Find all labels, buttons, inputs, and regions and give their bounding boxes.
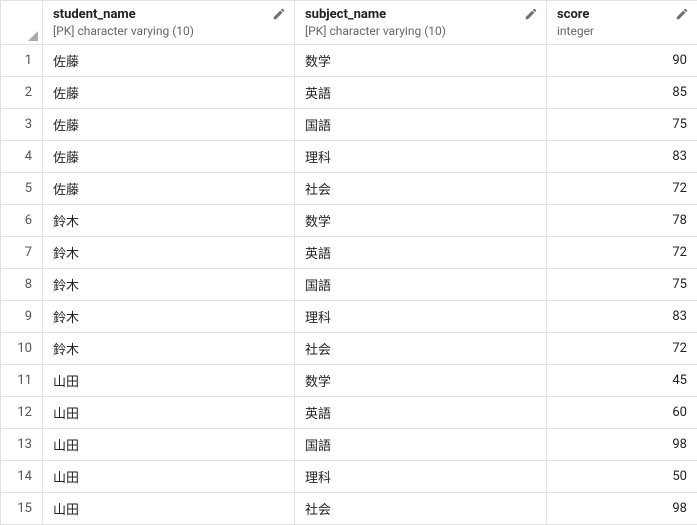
- row-number[interactable]: 4: [1, 141, 43, 173]
- cell-subject-name[interactable]: 国語: [295, 109, 547, 141]
- row-number[interactable]: 1: [1, 45, 43, 77]
- cell-score[interactable]: 60: [547, 397, 697, 429]
- cell-student-name[interactable]: 佐藤: [43, 141, 295, 173]
- pencil-icon[interactable]: [524, 7, 538, 21]
- cell-subject-name[interactable]: 理科: [295, 301, 547, 333]
- cell-student-name[interactable]: 鈴木: [43, 301, 295, 333]
- row-number[interactable]: 10: [1, 333, 43, 365]
- cell-student-name[interactable]: 鈴木: [43, 269, 295, 301]
- cell-student-name[interactable]: 山田: [43, 397, 295, 429]
- cell-student-name[interactable]: 佐藤: [43, 173, 295, 205]
- table-row[interactable]: 8鈴木国語75: [1, 269, 697, 301]
- cell-student-name[interactable]: 佐藤: [43, 77, 295, 109]
- cell-student-name[interactable]: 鈴木: [43, 205, 295, 237]
- column-type: [PK] character varying (10): [53, 24, 286, 38]
- data-table: student_name [PK] character varying (10)…: [0, 0, 697, 525]
- cell-student-name[interactable]: 山田: [43, 461, 295, 493]
- cell-student-name[interactable]: 山田: [43, 365, 295, 397]
- table-row[interactable]: 13山田国語98: [1, 429, 697, 461]
- table-row[interactable]: 1佐藤数学90: [1, 45, 697, 77]
- column-name: student_name: [53, 7, 286, 22]
- table-row[interactable]: 11山田数学45: [1, 365, 697, 397]
- column-type: integer: [557, 24, 689, 38]
- cell-student-name[interactable]: 鈴木: [43, 237, 295, 269]
- table-row[interactable]: 12山田英語60: [1, 397, 697, 429]
- cell-student-name[interactable]: 佐藤: [43, 109, 295, 141]
- table-row[interactable]: 15山田社会98: [1, 493, 697, 525]
- table-row[interactable]: 6鈴木数学78: [1, 205, 697, 237]
- cell-subject-name[interactable]: 社会: [295, 173, 547, 205]
- cell-student-name[interactable]: 佐藤: [43, 45, 295, 77]
- column-header-score[interactable]: score integer: [547, 1, 697, 45]
- cell-score[interactable]: 72: [547, 333, 697, 365]
- table-row[interactable]: 9鈴木理科83: [1, 301, 697, 333]
- cell-student-name[interactable]: 鈴木: [43, 333, 295, 365]
- table-row[interactable]: 4佐藤理科83: [1, 141, 697, 173]
- row-number[interactable]: 3: [1, 109, 43, 141]
- table-row[interactable]: 5佐藤社会72: [1, 173, 697, 205]
- column-header-subject-name[interactable]: subject_name [PK] character varying (10): [295, 1, 547, 45]
- cell-score[interactable]: 75: [547, 109, 697, 141]
- row-number[interactable]: 11: [1, 365, 43, 397]
- column-header-student-name[interactable]: student_name [PK] character varying (10): [43, 1, 295, 45]
- row-number[interactable]: 13: [1, 429, 43, 461]
- cell-subject-name[interactable]: 国語: [295, 269, 547, 301]
- row-number[interactable]: 9: [1, 301, 43, 333]
- header-row: student_name [PK] character varying (10)…: [1, 1, 697, 45]
- cell-score[interactable]: 45: [547, 365, 697, 397]
- row-number[interactable]: 6: [1, 205, 43, 237]
- cell-score[interactable]: 72: [547, 173, 697, 205]
- select-all-triangle-icon[interactable]: [28, 31, 38, 41]
- table-row[interactable]: 10鈴木社会72: [1, 333, 697, 365]
- cell-subject-name[interactable]: 国語: [295, 429, 547, 461]
- cell-subject-name[interactable]: 英語: [295, 397, 547, 429]
- table-row[interactable]: 3佐藤国語75: [1, 109, 697, 141]
- cell-score[interactable]: 83: [547, 301, 697, 333]
- row-number[interactable]: 14: [1, 461, 43, 493]
- cell-subject-name[interactable]: 数学: [295, 365, 547, 397]
- cell-score[interactable]: 50: [547, 461, 697, 493]
- row-number[interactable]: 7: [1, 237, 43, 269]
- cell-student-name[interactable]: 山田: [43, 493, 295, 525]
- cell-subject-name[interactable]: 理科: [295, 141, 547, 173]
- cell-score[interactable]: 98: [547, 429, 697, 461]
- cell-student-name[interactable]: 山田: [43, 429, 295, 461]
- column-name: subject_name: [305, 7, 538, 22]
- row-number[interactable]: 8: [1, 269, 43, 301]
- cell-subject-name[interactable]: 社会: [295, 493, 547, 525]
- cell-score[interactable]: 75: [547, 269, 697, 301]
- cell-subject-name[interactable]: 理科: [295, 461, 547, 493]
- table-row[interactable]: 2佐藤英語85: [1, 77, 697, 109]
- pencil-icon[interactable]: [675, 7, 689, 21]
- cell-subject-name[interactable]: 英語: [295, 237, 547, 269]
- column-type: [PK] character varying (10): [305, 24, 538, 38]
- cell-subject-name[interactable]: 社会: [295, 333, 547, 365]
- row-number[interactable]: 2: [1, 77, 43, 109]
- cell-score[interactable]: 83: [547, 141, 697, 173]
- row-number[interactable]: 12: [1, 397, 43, 429]
- cell-subject-name[interactable]: 数学: [295, 205, 547, 237]
- cell-score[interactable]: 72: [547, 237, 697, 269]
- cell-score[interactable]: 98: [547, 493, 697, 525]
- cell-score[interactable]: 90: [547, 45, 697, 77]
- cell-subject-name[interactable]: 英語: [295, 77, 547, 109]
- cell-subject-name[interactable]: 数学: [295, 45, 547, 77]
- row-number-header[interactable]: [1, 1, 43, 45]
- pencil-icon[interactable]: [272, 7, 286, 21]
- cell-score[interactable]: 85: [547, 77, 697, 109]
- table-row[interactable]: 7鈴木英語72: [1, 237, 697, 269]
- row-number[interactable]: 15: [1, 493, 43, 525]
- row-number[interactable]: 5: [1, 173, 43, 205]
- column-name: score: [557, 7, 689, 22]
- cell-score[interactable]: 78: [547, 205, 697, 237]
- table-row[interactable]: 14山田理科50: [1, 461, 697, 493]
